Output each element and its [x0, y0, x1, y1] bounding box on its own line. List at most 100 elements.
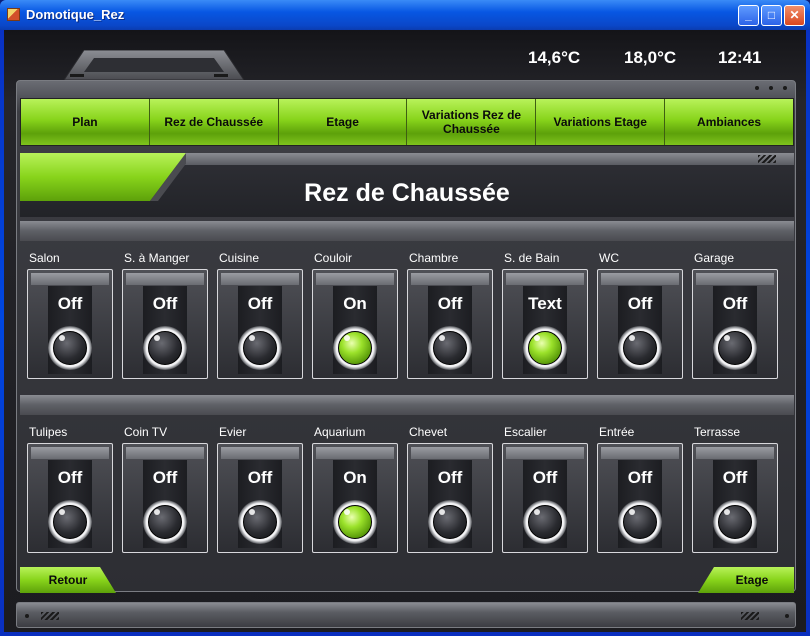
toggle-cap: [696, 447, 774, 459]
close-button[interactable]: ✕: [784, 5, 805, 26]
toggle-cap: [411, 273, 489, 285]
led-off-icon[interactable]: [428, 326, 472, 370]
clock: 12:41: [718, 48, 762, 67]
led-off-icon[interactable]: [143, 500, 187, 544]
light-label: Chevet: [409, 425, 448, 439]
light-toggle[interactable]: Off: [407, 443, 493, 553]
row-divider-middle: [20, 395, 794, 415]
light-state: Off: [627, 294, 653, 313]
toggle-cap: [31, 273, 109, 285]
led-on-icon[interactable]: [523, 326, 567, 370]
title-bar[interactable]: Domotique_Rez _ □ ✕: [0, 0, 810, 30]
light-chambre: Chambre Off: [407, 251, 493, 391]
menu-variations-rez[interactable]: Variations Rez de Chaussée: [407, 99, 537, 145]
light-toggle[interactable]: Off: [217, 443, 303, 553]
light-evier: Evier Off: [217, 425, 303, 565]
light-toggle[interactable]: Off: [692, 269, 778, 379]
light-coin-tv: Coin TV Off: [122, 425, 208, 565]
led-off-icon[interactable]: [238, 326, 282, 370]
row-divider-top: [20, 221, 794, 241]
toggle-cap: [31, 447, 109, 459]
light-state: Off: [152, 294, 178, 313]
light-couloir: Couloir On: [312, 251, 398, 391]
toggle-cap: [696, 273, 774, 285]
light-tulipes: Tulipes Off: [27, 425, 113, 565]
light-state: Off: [627, 468, 653, 487]
back-button[interactable]: Retour: [20, 567, 116, 593]
footer-bar: [16, 602, 796, 628]
light-toggle[interactable]: Off: [217, 269, 303, 379]
light-s-de-bain: S. de Bain Text: [502, 251, 588, 391]
light-toggle[interactable]: Text: [502, 269, 588, 379]
light-state: Off: [437, 294, 463, 313]
toggle-cap: [316, 273, 394, 285]
led-off-icon[interactable]: [143, 326, 187, 370]
light-toggle[interactable]: Off: [597, 443, 683, 553]
light-cuisine: Cuisine Off: [217, 251, 303, 391]
toggle-cap: [411, 447, 489, 459]
led-off-icon[interactable]: [428, 500, 472, 544]
light-state: Off: [722, 468, 748, 487]
app-window: Domotique_Rez _ □ ✕ 14,6°C 18,0°C 12:41: [0, 0, 810, 636]
light-toggle[interactable]: On: [312, 269, 398, 379]
lights-row-1: Salon Off S. à Manger Off Cuisine Off Couloir O…: [27, 251, 787, 391]
next-floor-button[interactable]: Etage: [698, 567, 794, 593]
menu-variations-etage[interactable]: Variations Etage: [536, 99, 666, 145]
page-title: Rez de Chaussée: [304, 179, 510, 207]
toggle-cap: [506, 447, 584, 459]
led-on-icon[interactable]: [333, 326, 377, 370]
next-floor-button-label: Etage: [735, 573, 769, 587]
light-toggle[interactable]: Off: [122, 269, 208, 379]
lights-row-2: Tulipes Off Coin TV Off Evier Off Aquarium On Ch…: [27, 425, 787, 565]
light-toggle[interactable]: On: [312, 443, 398, 553]
light-state: On: [343, 468, 367, 487]
light-salon: Salon Off: [27, 251, 113, 391]
led-off-icon[interactable]: [238, 500, 282, 544]
toggle-cap: [601, 273, 679, 285]
toggle-cap: [126, 273, 204, 285]
light-s-a-manger: S. à Manger Off: [122, 251, 208, 391]
led-off-icon[interactable]: [48, 500, 92, 544]
light-state: Off: [722, 294, 748, 313]
light-toggle[interactable]: Off: [597, 269, 683, 379]
minimize-button[interactable]: _: [738, 5, 759, 26]
light-toggle[interactable]: Off: [692, 443, 778, 553]
led-off-icon[interactable]: [713, 326, 757, 370]
menu-ambiances[interactable]: Ambiances: [665, 99, 793, 145]
light-entree: Entrée Off: [597, 425, 683, 565]
toggle-cap: [221, 447, 299, 459]
light-state: Off: [247, 468, 273, 487]
light-toggle[interactable]: Off: [502, 443, 588, 553]
maximize-button[interactable]: □: [761, 5, 782, 26]
light-toggle[interactable]: Off: [122, 443, 208, 553]
light-aquarium: Aquarium On: [312, 425, 398, 565]
led-off-icon[interactable]: [618, 500, 662, 544]
light-state: Off: [57, 468, 83, 487]
led-off-icon[interactable]: [48, 326, 92, 370]
toggle-cap: [506, 273, 584, 285]
light-toggle[interactable]: Off: [27, 443, 113, 553]
light-label: Evier: [219, 425, 247, 439]
menu-etage[interactable]: Etage: [278, 99, 408, 145]
menu-rez-de-chaussee[interactable]: Rez de Chaussée: [149, 99, 279, 145]
light-label: Coin TV: [124, 425, 168, 439]
led-on-icon[interactable]: [333, 500, 377, 544]
app-icon: [7, 8, 20, 21]
led-off-icon[interactable]: [618, 326, 662, 370]
toggle-cap: [601, 447, 679, 459]
led-off-icon[interactable]: [523, 500, 567, 544]
light-state: Off: [437, 468, 463, 487]
window-title: Domotique_Rez: [26, 7, 125, 22]
light-escalier: Escalier Off: [502, 425, 588, 565]
light-label: Salon: [29, 251, 60, 265]
light-state: Off: [57, 294, 83, 313]
light-state: Off: [532, 468, 558, 487]
led-off-icon[interactable]: [713, 500, 757, 544]
light-label: Garage: [694, 251, 735, 265]
light-label: Entrée: [599, 425, 635, 439]
main-menu: Plan Rez de Chaussée Etage Variations Re…: [20, 98, 794, 146]
light-toggle[interactable]: Off: [407, 269, 493, 379]
light-toggle[interactable]: Off: [27, 269, 113, 379]
menu-plan[interactable]: Plan: [21, 99, 150, 145]
main-panel: Plan Rez de Chaussée Etage Variations Re…: [16, 80, 796, 593]
